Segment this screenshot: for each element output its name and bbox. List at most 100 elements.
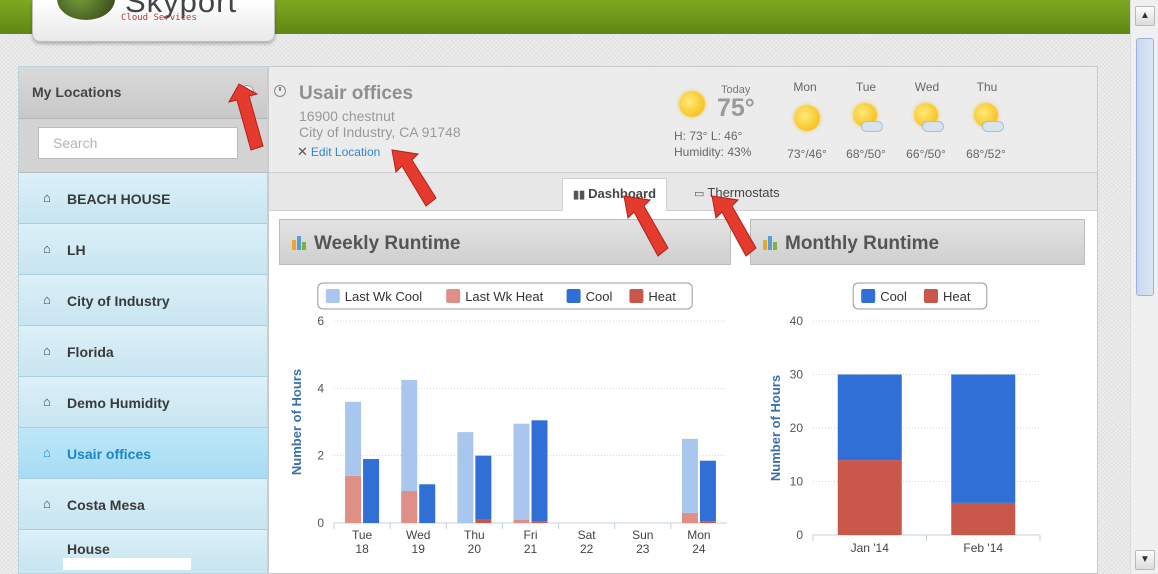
home-icon: ⌂ bbox=[43, 190, 51, 205]
sidebar-item-label: Demo Humidity bbox=[67, 395, 170, 411]
home-icon: ⌂ bbox=[43, 496, 51, 511]
sunny-icon bbox=[679, 91, 705, 117]
x-tick-label: Fri bbox=[524, 528, 538, 542]
today-high-low: H: 73° L: 46° bbox=[674, 129, 743, 143]
sidebar-item-lh[interactable]: ⌂ LH bbox=[19, 224, 267, 275]
sidebar-item-city-of-industry[interactable]: ⌂ City of Industry bbox=[19, 275, 267, 326]
sidebar-item-usair-offices[interactable]: ⌂ Usair offices bbox=[19, 428, 267, 479]
x-tick-label: Sat bbox=[578, 528, 597, 542]
sidebar-item-label: Florida bbox=[67, 344, 114, 360]
bar-heat bbox=[699, 521, 716, 523]
sidebar-item-costa-mesa[interactable]: ⌂ Costa Mesa bbox=[19, 479, 267, 530]
sidebar-item-label: Costa Mesa bbox=[67, 497, 145, 513]
bar-last-wk-cool bbox=[401, 379, 418, 492]
bar-cool bbox=[363, 459, 380, 523]
bar-last-wk-cool bbox=[513, 423, 530, 520]
sidebar-item-beach-house[interactable]: ⌂ BEACH HOUSE bbox=[19, 173, 267, 224]
address-line-1: 16900 chestnut bbox=[299, 108, 395, 124]
bar-last-wk-cool bbox=[457, 432, 474, 523]
x-tick-label: 21 bbox=[524, 542, 538, 556]
forecast-temps-wed: 66°/50° bbox=[906, 147, 946, 161]
forecast-day-wed: Wed bbox=[914, 80, 940, 94]
home-icon: ⌂ bbox=[43, 445, 51, 460]
legend-swatch-last-wk-cool bbox=[325, 289, 340, 303]
legend-swatch-cool bbox=[861, 289, 876, 303]
weekly-runtime-chart: Last Wk Cool Last Wk Heat Cool Heat 0 2 4 6 Numb… bbox=[279, 273, 731, 573]
x-tick-label: Wed bbox=[406, 528, 430, 542]
home-icon: ⌂ bbox=[43, 292, 51, 307]
scroll-up-icon[interactable]: ▲ bbox=[1135, 6, 1155, 26]
today-temperature: 75° bbox=[717, 94, 755, 122]
legend-label-last-wk-cool: Last Wk Cool bbox=[345, 289, 422, 304]
scroll-down-icon[interactable]: ▼ bbox=[1135, 550, 1155, 570]
sunny-icon bbox=[794, 105, 820, 131]
annotation-arrow bbox=[623, 195, 669, 257]
bar-last-wk-heat bbox=[345, 475, 362, 523]
annotation-arrow bbox=[391, 149, 437, 207]
bar-heat bbox=[951, 502, 1016, 535]
y-tick-label: 40 bbox=[790, 314, 804, 328]
x-tick-label: 22 bbox=[580, 542, 594, 556]
monthly-runtime-title: Monthly Runtime bbox=[785, 233, 940, 254]
item-placeholder-bar bbox=[63, 558, 191, 570]
legend-label-heat: Heat bbox=[648, 289, 676, 304]
y-tick-label: 0 bbox=[796, 528, 803, 542]
bar-last-wk-heat bbox=[401, 491, 418, 523]
sidebar-item-demo-humidity[interactable]: ⌂ Demo Humidity bbox=[19, 377, 267, 428]
x-tick-label: Thu bbox=[464, 528, 485, 542]
weekly-runtime-svg: Last Wk Cool Last Wk Heat Cool Heat0246Numb… bbox=[289, 282, 727, 556]
y-tick-label: 0 bbox=[317, 516, 324, 530]
bar-last-wk-heat bbox=[681, 512, 698, 523]
logo[interactable]: Skyport Cloud Services bbox=[32, 0, 275, 42]
cloud-icon bbox=[922, 121, 944, 132]
logo-mark bbox=[57, 0, 115, 20]
monthly-runtime-chart: Cool Heat 0 10 20 30 40 Number of Hours Jan '14 F… bbox=[750, 273, 1085, 573]
forecast-temps-tue: 68°/50° bbox=[846, 147, 886, 161]
y-axis-label: Number of Hours bbox=[768, 375, 783, 481]
forecast-day-tue: Tue bbox=[855, 80, 877, 94]
logo-subtitle: Cloud Services bbox=[121, 13, 197, 23]
sidebar-item-label: Usair offices bbox=[67, 446, 152, 462]
x-tick-label: Feb '14 bbox=[963, 541, 1003, 555]
x-tick-label: 18 bbox=[355, 542, 369, 556]
page-scrollbar[interactable]: ▲ ▼ bbox=[1130, 0, 1158, 574]
edit-location-link[interactable]: ✕ Edit Location bbox=[297, 144, 380, 160]
tools-icon: ✕ bbox=[297, 144, 308, 159]
bar-chart-icon: ▮▮ bbox=[573, 189, 586, 201]
sidebar-item-florida[interactable]: ⌂ Florida bbox=[19, 326, 267, 377]
cloud-icon bbox=[861, 121, 883, 132]
x-tick-label: Sun bbox=[632, 528, 653, 542]
bar-cool bbox=[531, 420, 548, 522]
monitor-icon: ▭ bbox=[694, 188, 705, 200]
weekly-runtime-title: Weekly Runtime bbox=[314, 233, 461, 254]
bar-last-wk-cool bbox=[681, 438, 698, 513]
forecast-day-mon: Mon bbox=[793, 80, 817, 94]
y-tick-label: 6 bbox=[317, 314, 324, 328]
bar-cool bbox=[699, 460, 716, 522]
x-tick-label: 24 bbox=[692, 542, 706, 556]
bar-last-wk-heat bbox=[513, 519, 530, 523]
sidebar-item-label: LH bbox=[67, 242, 86, 258]
scroll-thumb[interactable] bbox=[1136, 38, 1154, 296]
legend-label-cool: Cool bbox=[586, 289, 613, 304]
forecast-day-thu: Thu bbox=[976, 80, 998, 94]
sidebar-item-house[interactable]: House bbox=[19, 530, 267, 570]
legend-swatch-heat bbox=[629, 289, 644, 303]
bar-heat bbox=[837, 460, 902, 535]
location-search-input[interactable] bbox=[38, 127, 238, 159]
forecast-temps-mon: 73°/46° bbox=[787, 147, 827, 161]
bar-heat bbox=[531, 521, 548, 523]
y-tick-label: 30 bbox=[790, 368, 804, 382]
legend-swatch-cool bbox=[566, 289, 581, 303]
sidebar-item-label: BEACH HOUSE bbox=[67, 191, 171, 207]
sidebar-item-label: House bbox=[67, 541, 110, 557]
cloud-icon bbox=[982, 121, 1004, 132]
home-icon: ⌂ bbox=[43, 394, 51, 409]
forecast-temps-thu: 68°/52° bbox=[966, 147, 1006, 161]
location-dashboard: Usair offices 16900 chestnut City of Ind… bbox=[268, 66, 1098, 574]
x-tick-label: 23 bbox=[636, 542, 650, 556]
today-humidity: Humidity: 43% bbox=[674, 145, 752, 159]
bar-last-wk-cool bbox=[345, 401, 362, 476]
address-line-2: City of Industry, CA 91748 bbox=[299, 124, 461, 140]
bar-heat bbox=[475, 519, 492, 523]
